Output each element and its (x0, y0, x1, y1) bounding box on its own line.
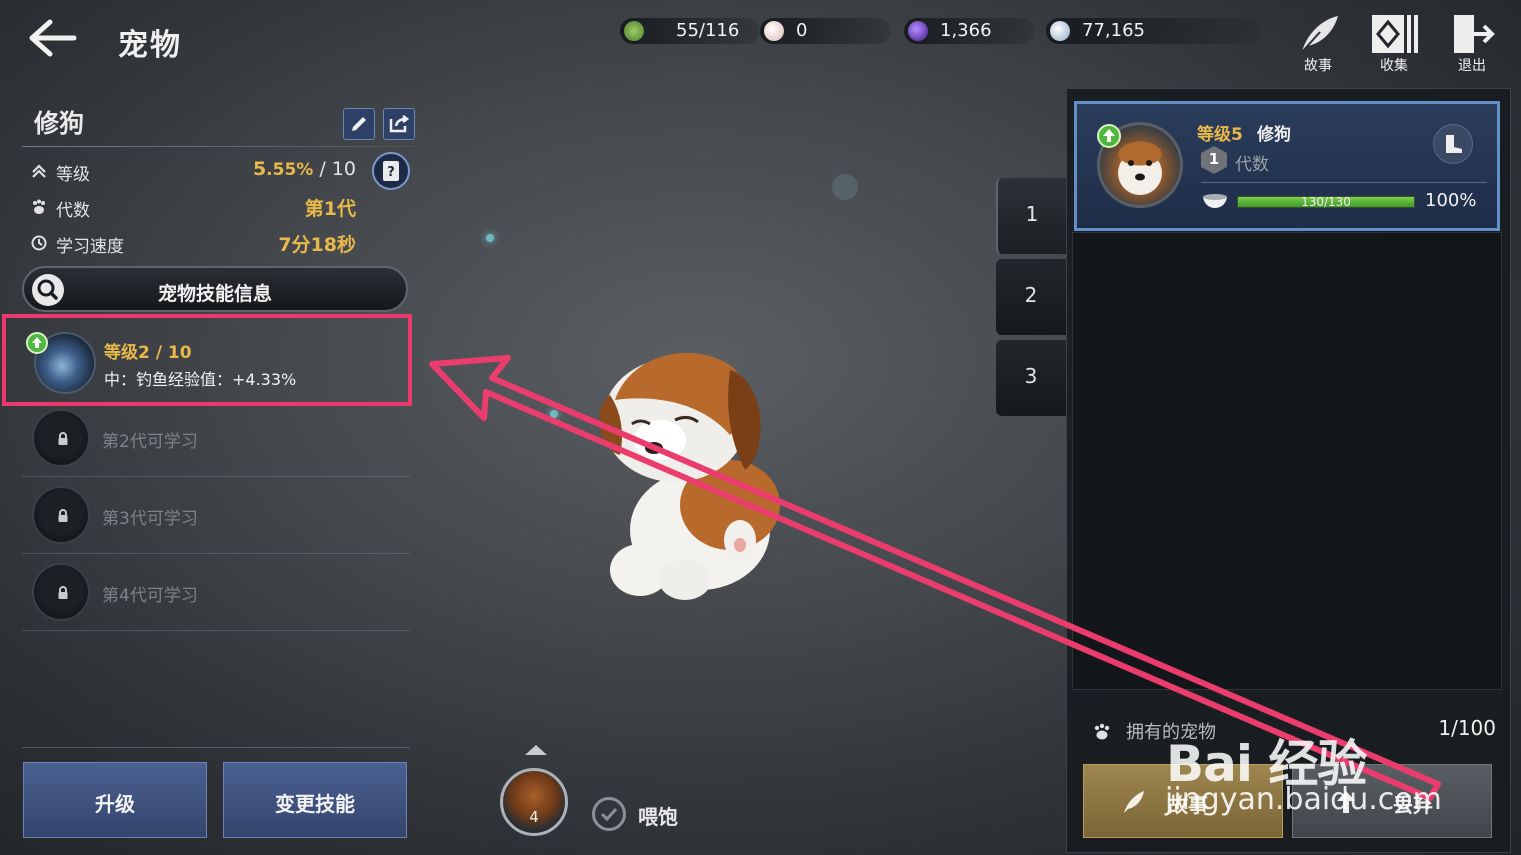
pet-skill-info-button[interactable]: 宠物技能信息 (22, 266, 408, 312)
silver-coin-icon (1050, 21, 1070, 41)
rename-button[interactable] (343, 108, 375, 140)
satiety-bar: 130/130 (1237, 195, 1415, 209)
resource-pearl: 0 (760, 18, 890, 44)
slot-tab-3[interactable]: 3 (996, 340, 1066, 416)
slot-tab-2[interactable]: 2 (996, 259, 1066, 335)
resource-purple-gem: 1,366 (904, 18, 1034, 44)
back-button[interactable] (26, 18, 78, 58)
bokeh (832, 174, 858, 200)
pencil-icon (352, 117, 366, 131)
divider (22, 747, 410, 748)
back-arrow-icon (29, 19, 77, 57)
lock-icon (58, 432, 68, 445)
help-book-button[interactable]: ? (372, 152, 410, 190)
stat-learn-speed: 学习速度 7分18秒 (30, 230, 360, 257)
exit-top-button[interactable]: 退出 (1444, 12, 1500, 74)
collection-top-button[interactable]: 收集 (1366, 12, 1422, 74)
collection-icon (1372, 15, 1418, 53)
stat-generation: 代数 第1代 (30, 194, 360, 221)
exit-icon (1454, 15, 1495, 53)
pet-card[interactable]: 等级5 修狗 1 代数 130/130 100% (1074, 101, 1500, 231)
share-icon (389, 115, 410, 133)
paw-icon (33, 199, 45, 214)
sparkle (550, 410, 558, 418)
divider (1201, 182, 1487, 183)
help-book-icon: ? (383, 161, 399, 181)
locked-skill-row[interactable]: 第3代可学习 (22, 477, 410, 554)
upgrade-button[interactable]: 升级 (23, 762, 207, 838)
lock-icon (58, 509, 68, 522)
check-icon (600, 807, 618, 822)
locked-skill-row[interactable]: 第4代可学习 (22, 554, 410, 631)
pet-dog-model[interactable] (580, 340, 820, 610)
watermark-url: jingyan.baidu.com (1165, 782, 1442, 817)
resource-silver-coin: 77,165 (1046, 18, 1260, 44)
locked-skill-row[interactable]: 第2代可学习 (22, 400, 410, 477)
svg-text:?: ? (387, 165, 395, 180)
feather-icon (1301, 16, 1338, 53)
lock-icon (58, 586, 68, 599)
resource-green-coin: 55/116 (620, 18, 760, 44)
upgrade-arrow-icon (1097, 124, 1121, 148)
sparkle (486, 234, 494, 242)
feed-checkbox[interactable] (592, 797, 626, 831)
divider (22, 146, 414, 147)
story-top-button[interactable]: 故事 (1290, 12, 1346, 74)
pet-list-empty-area (1072, 232, 1502, 690)
pearl-icon (764, 21, 784, 41)
active-skill-row[interactable]: 等级2 / 10 中：钓鱼经验值：+4.33% (2, 314, 412, 406)
food-count: 4 (529, 808, 539, 826)
green-leaf-coin-icon (624, 21, 644, 41)
level-value: 5.55% / 10 (252, 158, 356, 180)
feather-icon (1124, 791, 1144, 813)
stat-level: 等级 5.55% / 10 (30, 158, 360, 185)
level-chevron-icon (32, 164, 46, 178)
page-title: 宠物 (118, 28, 182, 63)
purple-gem-icon (908, 21, 928, 41)
change-skill-button[interactable]: 变更技能 (223, 762, 407, 838)
paw-icon (1094, 723, 1110, 740)
clock-icon (31, 235, 47, 251)
feed-label: 喂饱 (638, 805, 678, 829)
upgrade-arrow-icon (26, 332, 48, 354)
pet-name: 修狗 (34, 109, 85, 138)
boot-icon[interactable] (1433, 124, 1473, 164)
slot-tab-1[interactable]: 1 (996, 178, 1066, 254)
food-bowl-icon (1203, 194, 1227, 208)
expand-food-arrow-icon[interactable] (525, 745, 547, 755)
share-button[interactable] (383, 108, 415, 140)
